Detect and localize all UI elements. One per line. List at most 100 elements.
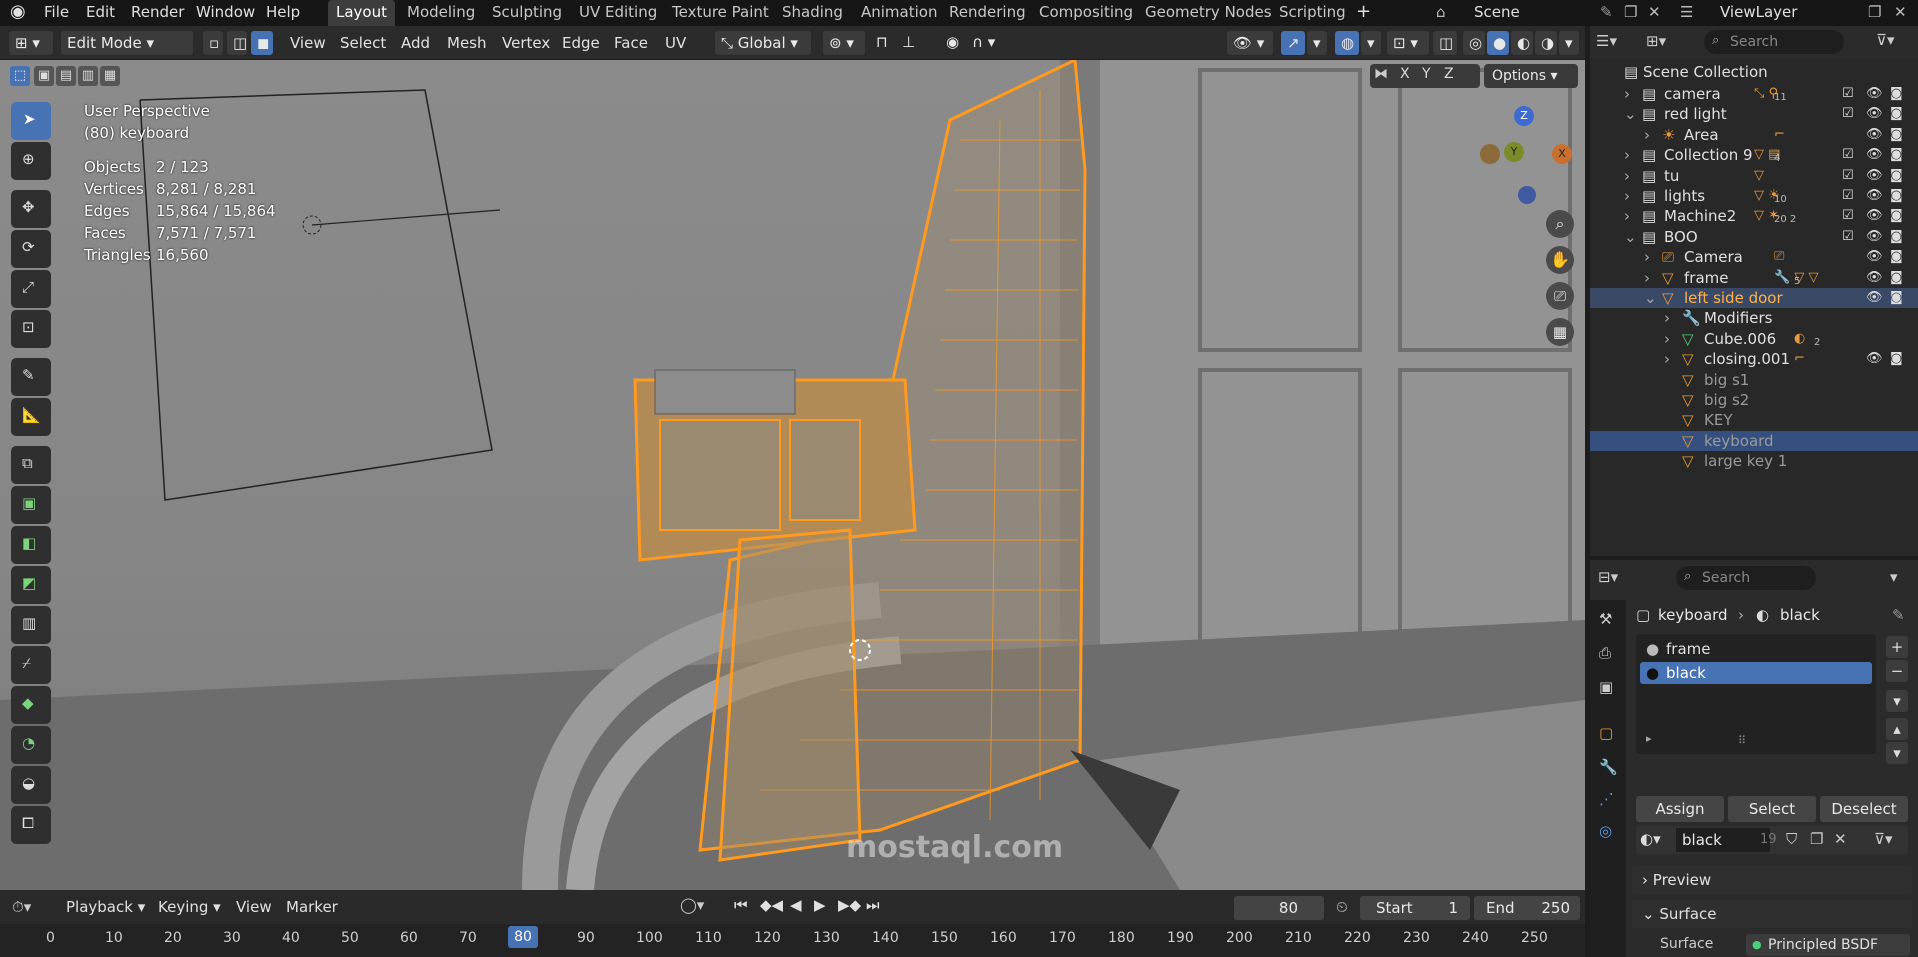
menu-playback[interactable]: Playback ▾ bbox=[66, 898, 145, 916]
tool-add-cube[interactable]: ⧉ bbox=[11, 446, 51, 484]
menu-keying[interactable]: Keying ▾ bbox=[158, 898, 221, 916]
select-intersect-icon[interactable]: ▦ bbox=[100, 66, 120, 86]
gizmo-z-axis[interactable]: Z bbox=[1514, 106, 1534, 126]
render-camera-icon[interactable]: ◙ bbox=[1890, 227, 1903, 247]
vertex-select-icon[interactable]: ▫ bbox=[202, 30, 224, 56]
scene-name[interactable]: Scene bbox=[1474, 0, 1520, 26]
tool-bevel[interactable]: ◩ bbox=[11, 566, 51, 604]
tab-uv-editing[interactable]: UV Editing bbox=[571, 0, 665, 26]
material-shading-icon[interactable]: ◐ bbox=[1510, 30, 1534, 56]
visibility-eye-icon[interactable]: 👁 bbox=[1866, 349, 1883, 369]
visibility-eye-icon[interactable]: 👁 bbox=[1866, 206, 1883, 226]
render-camera-icon[interactable]: ◙ bbox=[1890, 206, 1903, 226]
tool-poly-build[interactable]: ◆ bbox=[11, 686, 51, 724]
expand-arrow-icon[interactable]: › bbox=[1664, 329, 1670, 349]
output-tab-icon[interactable]: ▣ bbox=[1599, 678, 1613, 696]
tool-inset[interactable]: ◧ bbox=[11, 526, 51, 564]
visibility-eye-icon[interactable]: 👁 bbox=[1866, 268, 1883, 288]
outliner-row[interactable]: › 🔧 Modifiers bbox=[1590, 308, 1918, 328]
expand-arrow-icon[interactable]: ⌄ bbox=[1624, 104, 1637, 124]
visibility-eye-icon[interactable]: 👁 bbox=[1866, 166, 1883, 186]
outliner-row[interactable]: › ▤ camera ⤡ ⚲ 11 ☑ 👁 ◙ bbox=[1590, 84, 1918, 104]
unlink-material-icon[interactable]: ✕ bbox=[1834, 830, 1847, 848]
expand-arrow-icon[interactable]: › bbox=[1624, 186, 1630, 206]
tool-cursor[interactable]: ⊕ bbox=[11, 142, 51, 180]
tool-spin[interactable]: ◔ bbox=[11, 726, 51, 764]
filter-icon[interactable]: ⊽▾ bbox=[1876, 31, 1895, 49]
particles-tab-icon[interactable]: ⋰ bbox=[1599, 790, 1614, 808]
start-frame-field[interactable]: Start 1 bbox=[1360, 896, 1470, 920]
tool-transform[interactable]: ⊡ bbox=[11, 310, 51, 348]
outliner-editor-icon[interactable]: ☰▾ bbox=[1596, 32, 1617, 50]
menu-window[interactable]: Window bbox=[196, 0, 255, 26]
pin-icon[interactable]: ✎ bbox=[1600, 0, 1613, 26]
properties-editor-icon[interactable]: ⊟▾ bbox=[1598, 568, 1618, 586]
remove-material-slot-icon[interactable]: − bbox=[1886, 660, 1908, 682]
outliner-row[interactable]: › ☀ Area ⌐ 👁 ◙ bbox=[1590, 125, 1918, 145]
select-invert-icon[interactable]: ▥ bbox=[78, 66, 98, 86]
outliner-row[interactable]: › ▤ Collection 9 ▽ ▤ 4 ☑ 👁 ◙ bbox=[1590, 145, 1918, 165]
delete-scene-icon[interactable]: ✕ bbox=[1648, 0, 1661, 26]
material-name-field[interactable]: black bbox=[1676, 828, 1770, 852]
exclude-checkbox-icon[interactable]: ☑ bbox=[1842, 227, 1854, 247]
rendered-shading-icon[interactable]: ◑ bbox=[1534, 30, 1558, 56]
menu-add[interactable]: Add bbox=[401, 30, 430, 56]
render-camera-icon[interactable]: ◙ bbox=[1890, 145, 1903, 165]
surface-shader-dropdown[interactable]: Principled BSDF bbox=[1746, 934, 1910, 956]
outliner-row[interactable]: › ⎚ Camera ⎚ 👁 ◙ bbox=[1590, 247, 1918, 267]
overlay-dropdown-icon[interactable]: ▾ bbox=[1360, 30, 1382, 56]
material-browse-icon[interactable]: ◐▾ bbox=[1640, 830, 1661, 848]
outliner-row[interactable]: ▽ big s1 bbox=[1590, 370, 1918, 390]
preview-panel-header[interactable]: › Preview bbox=[1632, 866, 1912, 894]
outliner-row[interactable]: ▽ keyboard bbox=[1590, 430, 1918, 451]
gizmo-dropdown-icon[interactable]: ▾ bbox=[1306, 30, 1328, 56]
ortho-grid-icon[interactable]: ▦ bbox=[1546, 318, 1574, 346]
gizmo-y-axis[interactable]: Y bbox=[1504, 142, 1524, 162]
outliner-row[interactable]: ▽ large key 1 bbox=[1590, 451, 1918, 471]
gizmo-x-axis[interactable]: X bbox=[1552, 144, 1572, 164]
assign-button[interactable]: Assign bbox=[1636, 796, 1724, 822]
properties-search-input[interactable]: Search bbox=[1676, 566, 1816, 590]
outliner-row[interactable]: ⌄ ▽ left side door 👁 ◙ bbox=[1590, 288, 1918, 308]
fake-user-icon[interactable]: ⛉ bbox=[1786, 830, 1797, 848]
stopwatch-icon[interactable]: ⏲ bbox=[1336, 898, 1348, 916]
tool-select[interactable]: ➤ bbox=[11, 102, 51, 140]
exclude-checkbox-icon[interactable]: ☑ bbox=[1842, 104, 1854, 124]
gizmo-neg-x[interactable] bbox=[1480, 144, 1500, 164]
auto-key-icon[interactable]: ◯▾ bbox=[680, 896, 704, 914]
visibility-eye-icon[interactable]: 👁 bbox=[1866, 186, 1883, 206]
tool-loop-cut[interactable]: ▥ bbox=[11, 606, 51, 644]
physics-tab-icon[interactable]: ◎ bbox=[1599, 822, 1612, 840]
visibility-eye-icon[interactable]: 👁 bbox=[1866, 227, 1883, 247]
edge-select-icon[interactable]: ◫ bbox=[226, 30, 248, 56]
menu-marker[interactable]: Marker bbox=[286, 898, 338, 916]
render-camera-icon[interactable]: ◙ bbox=[1890, 349, 1903, 369]
tool-measure[interactable]: 📐 bbox=[11, 398, 51, 436]
move-slot-down-icon[interactable]: ▾ bbox=[1886, 742, 1908, 764]
snap-target-icon[interactable]: ⊥ ▾ bbox=[896, 30, 932, 75]
tab-shading[interactable]: Shading bbox=[774, 0, 851, 26]
tab-geometry-nodes[interactable]: Geometry Nodes bbox=[1137, 0, 1280, 26]
select-extend-icon[interactable]: ▣ bbox=[34, 66, 54, 86]
material-slot-black[interactable]: ● black bbox=[1640, 662, 1872, 684]
select-button[interactable]: Select bbox=[1728, 796, 1816, 822]
visibility-eye-icon[interactable]: 👁 bbox=[1866, 104, 1883, 124]
pin-properties-icon[interactable]: ✎ bbox=[1892, 606, 1905, 624]
add-material-slot-icon[interactable]: + bbox=[1886, 636, 1908, 658]
display-mode-icon[interactable]: ⊞▾ bbox=[1646, 32, 1666, 50]
exclude-checkbox-icon[interactable]: ☑ bbox=[1842, 145, 1854, 165]
render-camera-icon[interactable]: ◙ bbox=[1890, 84, 1903, 104]
menu-render[interactable]: Render bbox=[131, 0, 184, 26]
new-scene-icon[interactable]: ❐ bbox=[1624, 0, 1637, 26]
tool-knife[interactable]: ⌿ bbox=[11, 646, 51, 684]
expand-arrow-icon[interactable]: › bbox=[1624, 206, 1630, 226]
proportional-edit-icon[interactable]: ◉ bbox=[940, 30, 966, 56]
gizmo-toggle-icon[interactable]: ↗ bbox=[1280, 30, 1306, 56]
camera-view-icon[interactable]: ⎚ bbox=[1546, 282, 1574, 310]
menu-view[interactable]: View bbox=[290, 30, 326, 56]
menu-uv[interactable]: UV bbox=[665, 30, 686, 56]
tab-sculpting[interactable]: Sculpting bbox=[484, 0, 570, 26]
solid-shading-icon[interactable]: ● bbox=[1486, 30, 1510, 56]
tool-extrude[interactable]: ▣ bbox=[11, 486, 51, 524]
expand-arrow-icon[interactable]: › bbox=[1644, 247, 1650, 267]
